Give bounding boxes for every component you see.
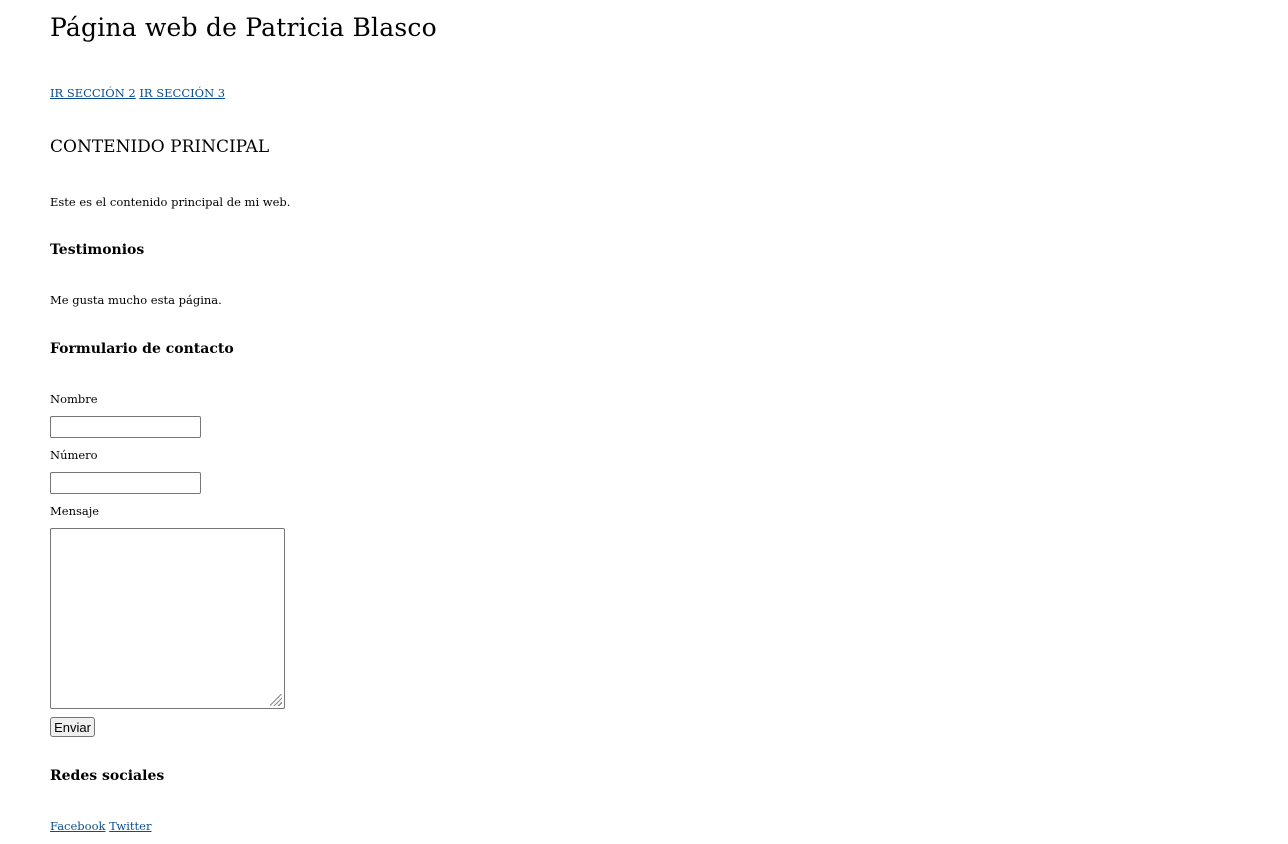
social-networks-heading: Redes sociales — [50, 768, 165, 784]
page-title: Página web de Patricia Blasco — [50, 13, 437, 42]
section-navigation: IR SECCIÓN 2 IR SECCIÓN 3 — [50, 86, 225, 100]
number-field[interactable] — [50, 472, 201, 494]
submit-button[interactable]: Enviar — [50, 717, 95, 737]
twitter-link[interactable]: Twitter — [109, 819, 151, 833]
go-section-2-link[interactable]: IR SECCIÓN 2 — [50, 86, 136, 100]
testimonials-heading: Testimonios — [50, 242, 145, 258]
facebook-link[interactable]: Facebook — [50, 819, 105, 833]
resize-grip-icon[interactable] — [270, 694, 282, 706]
name-field[interactable] — [50, 416, 201, 438]
main-content-text: Este es el contenido principal de mi web… — [50, 195, 291, 209]
name-label: Nombre — [50, 392, 98, 406]
testimonial-text: Me gusta mucho esta página. — [50, 293, 222, 307]
number-label: Número — [50, 448, 98, 462]
main-content-heading: CONTENIDO PRINCIPAL — [50, 137, 270, 157]
go-section-3-link[interactable]: IR SECCIÓN 3 — [139, 86, 225, 100]
message-label: Mensaje — [50, 504, 100, 518]
message-textarea[interactable] — [50, 528, 285, 709]
contact-form-heading: Formulario de contacto — [50, 341, 234, 357]
social-links: Facebook Twitter — [50, 819, 151, 833]
